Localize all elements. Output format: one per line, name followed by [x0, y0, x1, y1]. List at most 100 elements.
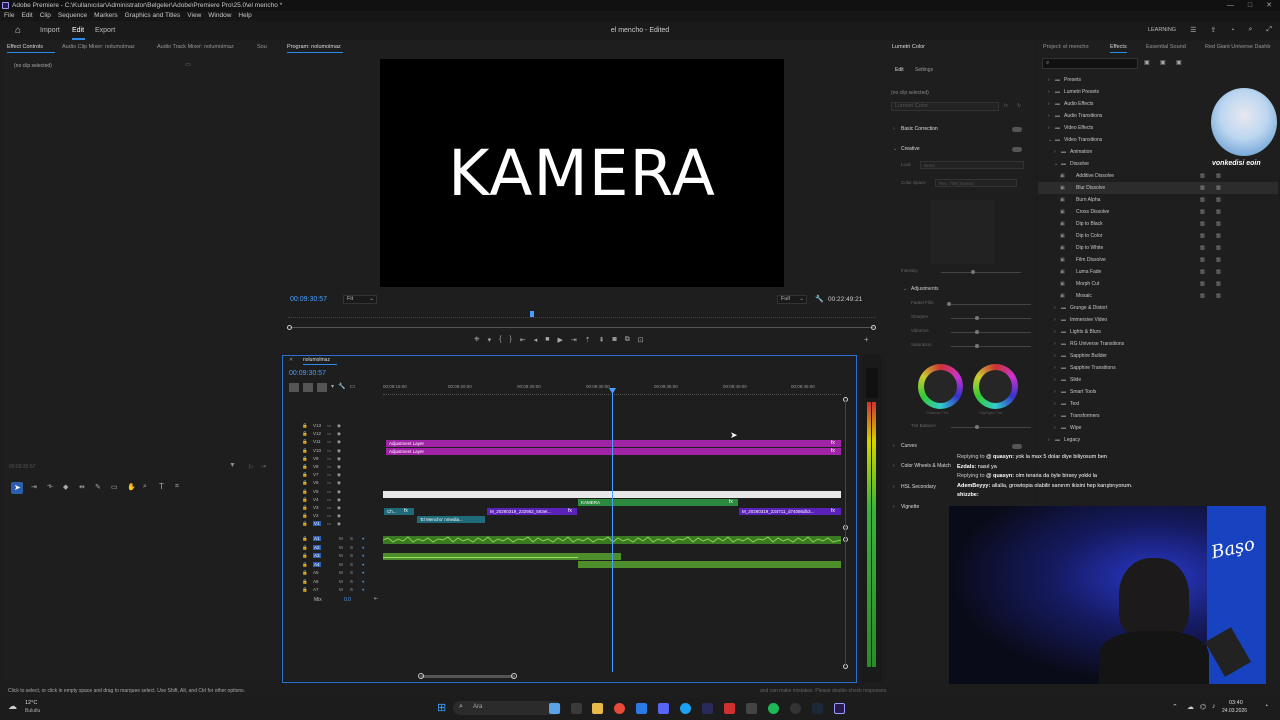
video-track-label[interactable]: V5: [313, 489, 319, 494]
effect-folder[interactable]: › ▬ Transformers: [1038, 410, 1278, 422]
menu-graphics[interactable]: Graphics and Titles: [125, 11, 181, 21]
minimize-button[interactable]: —: [1227, 0, 1234, 11]
v2-clip-el-mencho[interactable]: 'El Mencho' nmedia...: [417, 516, 485, 523]
search-icon[interactable]: ⌕: [1248, 26, 1252, 34]
audio-clip-a4[interactable]: [578, 561, 841, 568]
taskbar-discord-icon[interactable]: [658, 703, 669, 714]
track-select-icon[interactable]: ⇥: [31, 483, 37, 491]
collapse-arrow-icon[interactable]: ⌄: [903, 286, 907, 292]
sharpen-slider[interactable]: Sharpen: [911, 314, 1041, 322]
zoom-handle-left[interactable]: [287, 325, 292, 330]
video-track-label[interactable]: V3: [313, 505, 319, 510]
taskbar-search[interactable]: ⌕ Ara: [453, 701, 561, 715]
effect-folder[interactable]: › ▬ Smart Tools: [1038, 386, 1278, 398]
track-lock-icon[interactable]: 🔒: [302, 545, 308, 551]
track-visibility-icon[interactable]: ◉: [337, 439, 341, 445]
fx-toggle-icon[interactable]: fx: [1004, 103, 1008, 109]
video-track-label[interactable]: V1: [313, 521, 321, 527]
expand-arrow-icon[interactable]: ›: [1054, 314, 1056, 326]
taskbar-chrome-icon[interactable]: [614, 703, 625, 714]
curves-toggle[interactable]: [1012, 444, 1022, 449]
v3-clip-1[interactable]: M_20260319_232952_563et...: [487, 508, 577, 515]
solo-button[interactable]: S: [350, 587, 353, 592]
effects-search-input[interactable]: ⌕: [1042, 58, 1138, 69]
collapse-arrow-icon[interactable]: ⌄: [1054, 158, 1058, 170]
solo-button[interactable]: S: [350, 545, 353, 550]
razor-icon[interactable]: ◆: [63, 483, 68, 491]
slip-icon[interactable]: ⇹: [79, 483, 85, 491]
track-lock-icon[interactable]: 🔒: [302, 439, 308, 445]
add-marker-icon[interactable]: ⎈: [474, 336, 480, 344]
expand-arrow-icon[interactable]: ›: [893, 463, 895, 469]
effect-folder[interactable]: › ▬ Text: [1038, 398, 1278, 410]
expand-arrow-icon[interactable]: ›: [1054, 422, 1056, 434]
timeline-wrench-icon[interactable]: 🔧: [338, 383, 345, 392]
section-vignette[interactable]: Vignette: [901, 504, 919, 510]
audio-track-label[interactable]: A1: [313, 536, 321, 541]
track-output-icon[interactable]: ▭: [327, 497, 331, 503]
look-dropdown[interactable]: None: [920, 161, 1024, 169]
audio-track-label[interactable]: A5: [313, 570, 319, 575]
video-track-label[interactable]: V10: [313, 448, 321, 453]
taskbar-widgets-icon[interactable]: [549, 703, 560, 714]
vr-icon[interactable]: ⊡: [638, 336, 644, 344]
expand-arrow-icon[interactable]: ›: [1054, 326, 1056, 338]
audio-track-label[interactable]: A4: [313, 561, 321, 567]
effect-item[interactable]: ▣ Luma Fade ▥ ▥: [1038, 266, 1278, 278]
go-to-out-icon[interactable]: ⇥: [571, 336, 577, 344]
mute-button[interactable]: M: [339, 536, 343, 541]
go-to-in-icon[interactable]: ⇤: [520, 336, 526, 344]
solo-button[interactable]: S: [350, 570, 353, 575]
vibrance-slider[interactable]: Vibrance: [911, 328, 1041, 336]
zoom-scrollbar[interactable]: [290, 327, 874, 328]
zoom-icon[interactable]: ⌕: [143, 483, 147, 491]
creative-toggle[interactable]: [1012, 147, 1022, 152]
weather-temp[interactable]: 12°C: [25, 700, 37, 706]
audio-track-label[interactable]: A6: [313, 579, 319, 584]
taskbar-explorer-icon[interactable]: [592, 703, 603, 714]
taskbar-edge-icon[interactable]: [680, 703, 691, 714]
effect-folder[interactable]: › ▬ Presets: [1038, 74, 1278, 86]
track-lock-icon[interactable]: 🔒: [302, 536, 308, 542]
tab-essential-sound[interactable]: Essential Sound: [1146, 41, 1186, 53]
effect-item[interactable]: ▣ Dip to White ▥ ▥: [1038, 242, 1278, 254]
track-visibility-icon[interactable]: ◉: [337, 472, 341, 478]
menu-clip[interactable]: Clip: [40, 11, 51, 21]
effect-folder[interactable]: › ▬ Immersive Video: [1038, 314, 1278, 326]
fit-dropdown[interactable]: Fit ⌄: [343, 295, 377, 304]
mark-in-icon[interactable]: {: [499, 336, 501, 344]
track-lock-icon[interactable]: 🔒: [302, 570, 308, 576]
taskbar-app-icon[interactable]: [724, 703, 735, 714]
expand-arrow-icon[interactable]: ›: [1054, 350, 1056, 362]
track-visibility-icon[interactable]: ◉: [337, 513, 341, 519]
color-space-dropdown[interactable]: Rec. 709 (Scene): [935, 179, 1017, 187]
look-preview[interactable]: [930, 200, 994, 264]
32bit-effects-icon[interactable]: ▣: [1160, 59, 1166, 66]
video-track-label[interactable]: V2: [313, 513, 319, 518]
export-icon[interactable]: ⇥: [261, 463, 266, 470]
track-lock-icon[interactable]: 🔒: [302, 553, 308, 559]
expand-arrow-icon[interactable]: ›: [1054, 146, 1056, 158]
expand-arrow-icon[interactable]: ›: [1048, 434, 1050, 446]
menu-view[interactable]: View: [187, 11, 201, 21]
quality-dropdown[interactable]: Full ⌄: [777, 295, 807, 304]
expand-arrow-icon[interactable]: ›: [1054, 374, 1056, 386]
effect-item[interactable]: ▣ Dip to Black ▥ ▥: [1038, 218, 1278, 230]
voiceover-mic-icon[interactable]: ♦: [362, 553, 364, 558]
close-sequence-icon[interactable]: ✕: [289, 357, 293, 363]
voiceover-mic-icon[interactable]: ♦: [362, 545, 364, 550]
quick-export-icon[interactable]: ⇪: [1210, 26, 1216, 34]
program-playhead[interactable]: [530, 311, 534, 317]
export-frame-icon[interactable]: ◙: [612, 336, 616, 344]
tint-balance-slider[interactable]: Tint Balance: [911, 423, 1041, 431]
voiceover-mic-icon[interactable]: ♦: [362, 579, 364, 584]
settings-wrench-icon[interactable]: 🔧: [815, 295, 824, 303]
effect-item[interactable]: ▣ Additive Dissolve ▥ ▥: [1038, 170, 1278, 182]
compare-icon[interactable]: ⧉: [625, 336, 630, 344]
track-lock-icon[interactable]: 🔒: [302, 489, 308, 495]
effect-item[interactable]: ▣ Blur Dissolve ▥ ▥: [1038, 182, 1278, 194]
expand-arrow-icon[interactable]: ›: [1054, 386, 1056, 398]
track-visibility-icon[interactable]: ◉: [337, 423, 341, 429]
add-button-icon[interactable]: +: [864, 335, 869, 344]
ripple-edit-icon[interactable]: ⟛: [47, 483, 53, 491]
